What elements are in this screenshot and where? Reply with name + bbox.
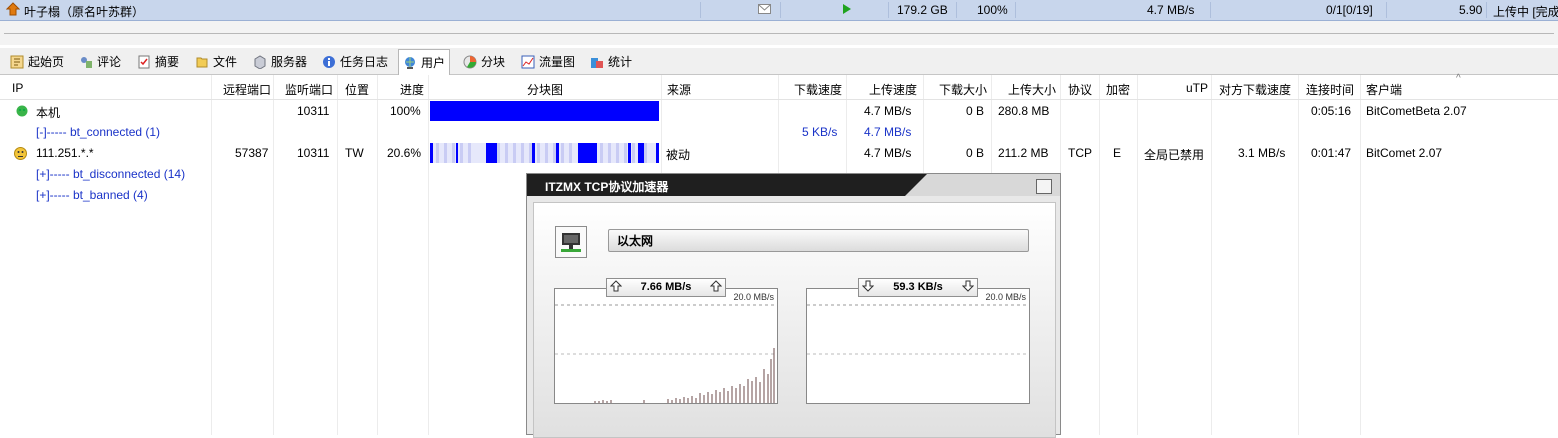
accelerator-title: ITZMX TCP协议加速器 xyxy=(545,180,669,194)
chart-icon xyxy=(521,55,535,69)
col-upload-speed[interactable]: 上传速度 xyxy=(869,81,917,98)
col-download-speed[interactable]: 下载速度 xyxy=(794,81,842,98)
upload-graph-canvas xyxy=(555,304,777,403)
minimize-button[interactable] xyxy=(1036,179,1052,194)
col-remote-port[interactable]: 远程端口 xyxy=(223,81,271,98)
tab-statistics[interactable]: 统计 xyxy=(586,51,636,72)
col-download-size[interactable]: 下载大小 xyxy=(939,81,987,98)
tab-file[interactable]: 文件 xyxy=(191,51,241,72)
upload-graph: 20.0 MB/s xyxy=(554,288,778,404)
task-progress: 100% xyxy=(977,3,1008,17)
download-speed: 59.3 KB/s xyxy=(893,281,943,293)
tab-summary[interactable]: 摘要 xyxy=(133,51,183,72)
download-speed-box: 59.3 KB/s xyxy=(858,278,978,297)
download-graph-max: 20.0 MB/s xyxy=(985,292,1026,302)
group-connected[interactable]: [-]----- bt_connected (1) 5 KB/s 4.7 MB/… xyxy=(0,122,1558,143)
col-upload-size[interactable]: 上传大小 xyxy=(1008,81,1056,98)
piece-map-full xyxy=(430,101,659,121)
task-status: 上传中 [完成 xyxy=(1493,5,1558,19)
table-row[interactable]: 111.251.*.* 57387 10311 TW 20.6% 被动 4.7 … xyxy=(0,143,1558,164)
upload-speed: 7.66 MB/s xyxy=(640,281,692,293)
info-icon xyxy=(322,55,336,69)
download-graph-canvas xyxy=(807,304,1029,355)
task-ratio: 5.90 xyxy=(1459,3,1483,17)
col-source[interactable]: 来源 xyxy=(667,81,691,98)
detail-tabs: 起始页 评论 摘要 文件 服务器 任务日志 用户 分块 流量图 统计 xyxy=(0,48,1558,75)
piece-map-partial xyxy=(430,143,659,163)
start-page-icon xyxy=(10,55,24,69)
task-row[interactable]: 叶子榻（原名叶苏群） 179.2 GB 100% 4.7 MB/s 0/1[0/… xyxy=(0,0,1558,21)
online-status-icon xyxy=(16,105,28,120)
col-utp[interactable]: uTP xyxy=(1186,81,1208,95)
col-progress[interactable]: 进度 xyxy=(400,81,424,98)
server-icon xyxy=(253,54,267,70)
peer-face-icon xyxy=(14,147,27,163)
download-arrow-icon xyxy=(861,280,875,298)
task-peers: 0/1[0/19] xyxy=(1326,3,1373,17)
download-arrow-icon xyxy=(961,280,975,298)
upload-arrow-icon xyxy=(709,280,723,298)
pie-icon xyxy=(463,55,477,69)
network-adapter-icon xyxy=(555,226,587,258)
upload-arrow-icon xyxy=(5,2,21,19)
col-ip[interactable]: IP xyxy=(12,81,23,95)
horizontal-scrollbar[interactable] xyxy=(0,21,1558,45)
summary-icon xyxy=(137,55,151,69)
tab-task-log[interactable]: 任务日志 xyxy=(318,51,392,72)
upload-arrow-icon xyxy=(609,280,623,298)
sort-caret-icon: ^ xyxy=(1456,73,1461,84)
comment-icon xyxy=(79,55,93,69)
accelerator-window[interactable]: ITZMX TCP协议加速器 以太网 20.0 MB/s 7.66 MB/s 2… xyxy=(526,173,1061,438)
col-encryption[interactable]: 加密 xyxy=(1106,81,1130,98)
table-row[interactable]: 本机 10311 100% 4.7 MB/s 0 B 280.8 MB 0:05… xyxy=(0,101,1558,122)
download-graph: 20.0 MB/s xyxy=(806,288,1030,404)
users-icon xyxy=(403,56,417,70)
upload-graph-max: 20.0 MB/s xyxy=(733,292,774,302)
tab-pieces[interactable]: 分块 xyxy=(459,51,509,72)
task-size: 179.2 GB xyxy=(897,3,948,17)
play-status-icon xyxy=(842,3,852,18)
col-location[interactable]: 位置 xyxy=(345,81,369,98)
tab-users[interactable]: 用户 xyxy=(398,49,451,75)
adapter-name[interactable]: 以太网 xyxy=(608,229,1029,252)
task-speed: 4.7 MB/s xyxy=(1147,3,1195,17)
upload-speed-box: 7.66 MB/s xyxy=(606,278,726,297)
task-name: 叶子榻（原名叶苏群） xyxy=(24,5,145,19)
col-peer-download-speed[interactable]: 对方下载速度 xyxy=(1219,81,1291,98)
tab-traffic-chart[interactable]: 流量图 xyxy=(517,51,579,72)
tab-server[interactable]: 服务器 xyxy=(249,51,311,72)
accelerator-titlebar[interactable]: ITZMX TCP协议加速器 xyxy=(527,174,1060,196)
col-listen-port[interactable]: 监听端口 xyxy=(285,81,333,98)
file-icon xyxy=(195,55,209,69)
column-header: IP 远程端口 监听端口 位置 进度 分块图 来源 下载速度 上传速度 下载大小… xyxy=(0,73,1558,100)
col-connected-time[interactable]: 连接时间 xyxy=(1306,81,1354,98)
tab-start-page[interactable]: 起始页 xyxy=(6,51,68,72)
tab-comment[interactable]: 评论 xyxy=(75,51,125,72)
stats-icon xyxy=(590,55,604,69)
col-client[interactable]: 客户端 xyxy=(1366,81,1402,98)
col-piece-map[interactable]: 分块图 xyxy=(527,81,563,98)
col-protocol[interactable]: 协议 xyxy=(1068,81,1092,98)
mail-icon xyxy=(758,4,772,18)
